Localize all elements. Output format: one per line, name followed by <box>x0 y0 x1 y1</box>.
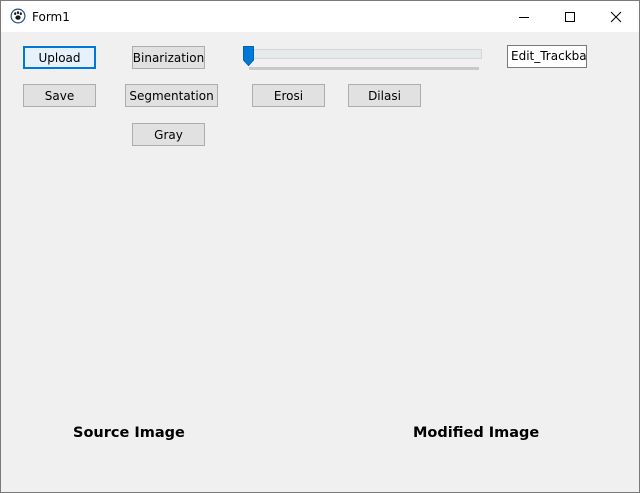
maximize-button[interactable] <box>547 1 593 32</box>
trackbar-ticks <box>249 67 479 70</box>
dilasi-button[interactable]: Dilasi <box>348 84 421 107</box>
upload-button[interactable]: Upload <box>23 46 96 69</box>
title-bar[interactable]: Form1 <box>1 1 639 32</box>
minimize-button[interactable] <box>501 1 547 32</box>
close-icon <box>610 11 622 23</box>
maximize-icon <box>565 12 575 22</box>
edit-trackbar-textbox[interactable]: Edit_Trackbar <box>507 45 587 68</box>
main-window: Form1 Upload Save Binarization Segmentat… <box>0 0 640 493</box>
trackbar-thumb[interactable] <box>243 46 254 66</box>
form-client-area: Upload Save Binarization Segmentation Gr… <box>1 32 639 492</box>
window-title: Form1 <box>32 10 70 24</box>
save-button[interactable]: Save <box>23 84 96 107</box>
trackbar-channel[interactable] <box>247 49 482 59</box>
binarization-button[interactable]: Binarization <box>132 46 205 69</box>
paw-icon[interactable] <box>10 8 26 24</box>
threshold-trackbar[interactable] <box>241 43 485 73</box>
modified-image-caption: Modified Image <box>413 425 540 441</box>
source-image-caption: Source Image <box>73 425 185 441</box>
close-button[interactable] <box>593 1 639 32</box>
minimize-icon <box>519 17 529 18</box>
segmentation-button[interactable]: Segmentation <box>125 84 218 107</box>
erosi-button[interactable]: Erosi <box>252 84 325 107</box>
gray-button[interactable]: Gray <box>132 123 205 146</box>
